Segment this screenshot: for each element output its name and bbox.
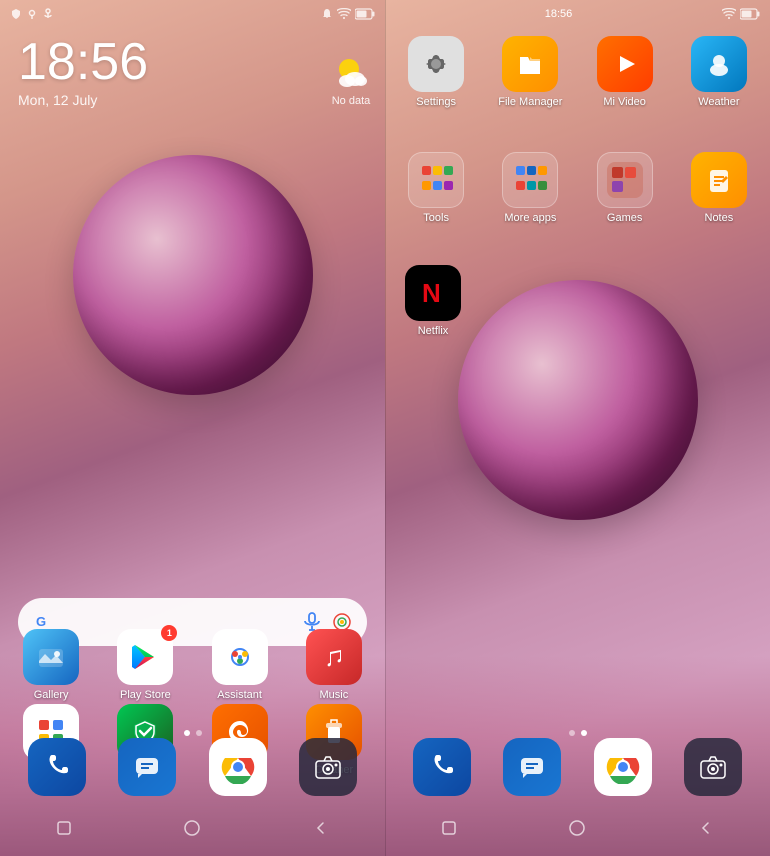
shield-icon (10, 8, 22, 20)
dot-2 (196, 730, 202, 736)
right-sphere (458, 280, 698, 520)
mivideo-icon (597, 36, 653, 92)
right-status-time: 18:56 (545, 8, 573, 20)
app-playstore[interactable]: 1 (102, 629, 188, 701)
gallery-icon (23, 629, 79, 685)
playstore-icon: 1 (117, 629, 173, 685)
filemanager-icon (502, 36, 558, 92)
netflix-label: Netflix (418, 325, 449, 337)
netflix-icon: N (405, 265, 461, 321)
page-dots-right (385, 730, 770, 736)
app-moreapps[interactable]: More apps (487, 152, 573, 224)
settings-icon (408, 36, 464, 92)
right-status-center: 18:56 (545, 8, 573, 20)
games-icon (597, 152, 653, 208)
right-dot-1 (569, 730, 575, 736)
page-dots-left (0, 730, 385, 736)
gallery-label: Gallery (34, 689, 69, 701)
right-dock-phone[interactable] (413, 738, 471, 796)
left-dock (12, 738, 373, 796)
music-icon (306, 629, 362, 685)
notification-bell-icon (321, 8, 333, 20)
weather-sun-cloud-icon (331, 55, 371, 91)
right-status-bar: 18:56 (385, 0, 770, 28)
dot-1 (184, 730, 190, 736)
nav-circle[interactable] (180, 816, 204, 840)
weather-label: Weather (698, 96, 739, 108)
right-dock-chrome[interactable] (594, 738, 652, 796)
right-nav-back[interactable] (694, 816, 718, 840)
filemanager-label: File Manager (498, 96, 562, 108)
assistant-icon (212, 629, 268, 685)
right-app-row-3: N Netflix (393, 265, 473, 337)
left-phone-screen: 18:56 Mon, 12 July No data G (0, 0, 385, 856)
clock-time: 18:56 (18, 36, 148, 88)
app-netflix[interactable]: N Netflix (393, 265, 473, 337)
right-app-row-1: Settings File Manager M (393, 36, 762, 108)
right-dock-messages[interactable] (503, 738, 561, 796)
music-label: Music (320, 689, 349, 701)
right-wifi-icon (722, 8, 736, 20)
dock-phone[interactable] (28, 738, 86, 796)
nav-back[interactable] (309, 816, 333, 840)
right-dot-2 (581, 730, 587, 736)
playstore-badge: 1 (161, 625, 177, 641)
mivideo-label: Mi Video (603, 96, 646, 108)
app-row-1: Gallery 1 (8, 629, 377, 701)
app-filemanager[interactable]: File Manager (487, 36, 573, 108)
games-label: Games (607, 212, 642, 224)
moreapps-label: More apps (504, 212, 556, 224)
app-weather[interactable]: Weather (676, 36, 762, 108)
moreapps-icon (502, 152, 558, 208)
weather-app-icon (691, 36, 747, 92)
dock-chrome[interactable] (209, 738, 267, 796)
weather-widget: No data (331, 55, 371, 107)
dock-camera[interactable] (299, 738, 357, 796)
app-music[interactable]: Music (291, 629, 377, 701)
right-battery-icon (740, 8, 760, 20)
right-app-row-2: Tools More apps (393, 152, 762, 224)
dock-messages[interactable] (118, 738, 176, 796)
settings-label: Settings (416, 96, 456, 108)
screen-divider (385, 0, 386, 856)
tools-icon (408, 152, 464, 208)
right-status-right (722, 8, 760, 20)
app-notes[interactable]: Notes (676, 152, 762, 224)
anchor-icon (42, 8, 54, 20)
right-dock-camera[interactable] (684, 738, 742, 796)
playstore-label: Play Store (120, 689, 171, 701)
battery-icon (355, 8, 375, 20)
app-games[interactable]: Games (582, 152, 668, 224)
nav-square[interactable] (52, 816, 76, 840)
app-tools[interactable]: Tools (393, 152, 479, 224)
app-gallery[interactable]: Gallery (8, 629, 94, 701)
svg-text:N: N (422, 278, 441, 308)
app-settings[interactable]: Settings (393, 36, 479, 108)
right-nav-bar (385, 808, 770, 848)
clock-area: 18:56 Mon, 12 July (18, 36, 148, 108)
left-status-right (321, 8, 375, 20)
app-mivideo[interactable]: Mi Video (582, 36, 668, 108)
svg-text:G: G (36, 614, 46, 629)
left-sphere (73, 155, 313, 395)
notes-icon (691, 152, 747, 208)
right-phone-screen: 18:56 Set (385, 0, 770, 856)
right-nav-square[interactable] (437, 816, 461, 840)
right-nav-circle[interactable] (565, 816, 589, 840)
left-status-left (10, 8, 54, 20)
left-status-bar (0, 0, 385, 28)
notes-label: Notes (705, 212, 734, 224)
left-nav-bar (0, 808, 385, 848)
app-assistant[interactable]: Assistant (197, 629, 283, 701)
wifi-icon (337, 8, 351, 20)
location-icon (26, 8, 38, 20)
clock-date: Mon, 12 July (18, 92, 148, 108)
assistant-label: Assistant (217, 689, 262, 701)
weather-text: No data (332, 95, 371, 107)
tools-label: Tools (423, 212, 449, 224)
right-dock (397, 738, 758, 796)
